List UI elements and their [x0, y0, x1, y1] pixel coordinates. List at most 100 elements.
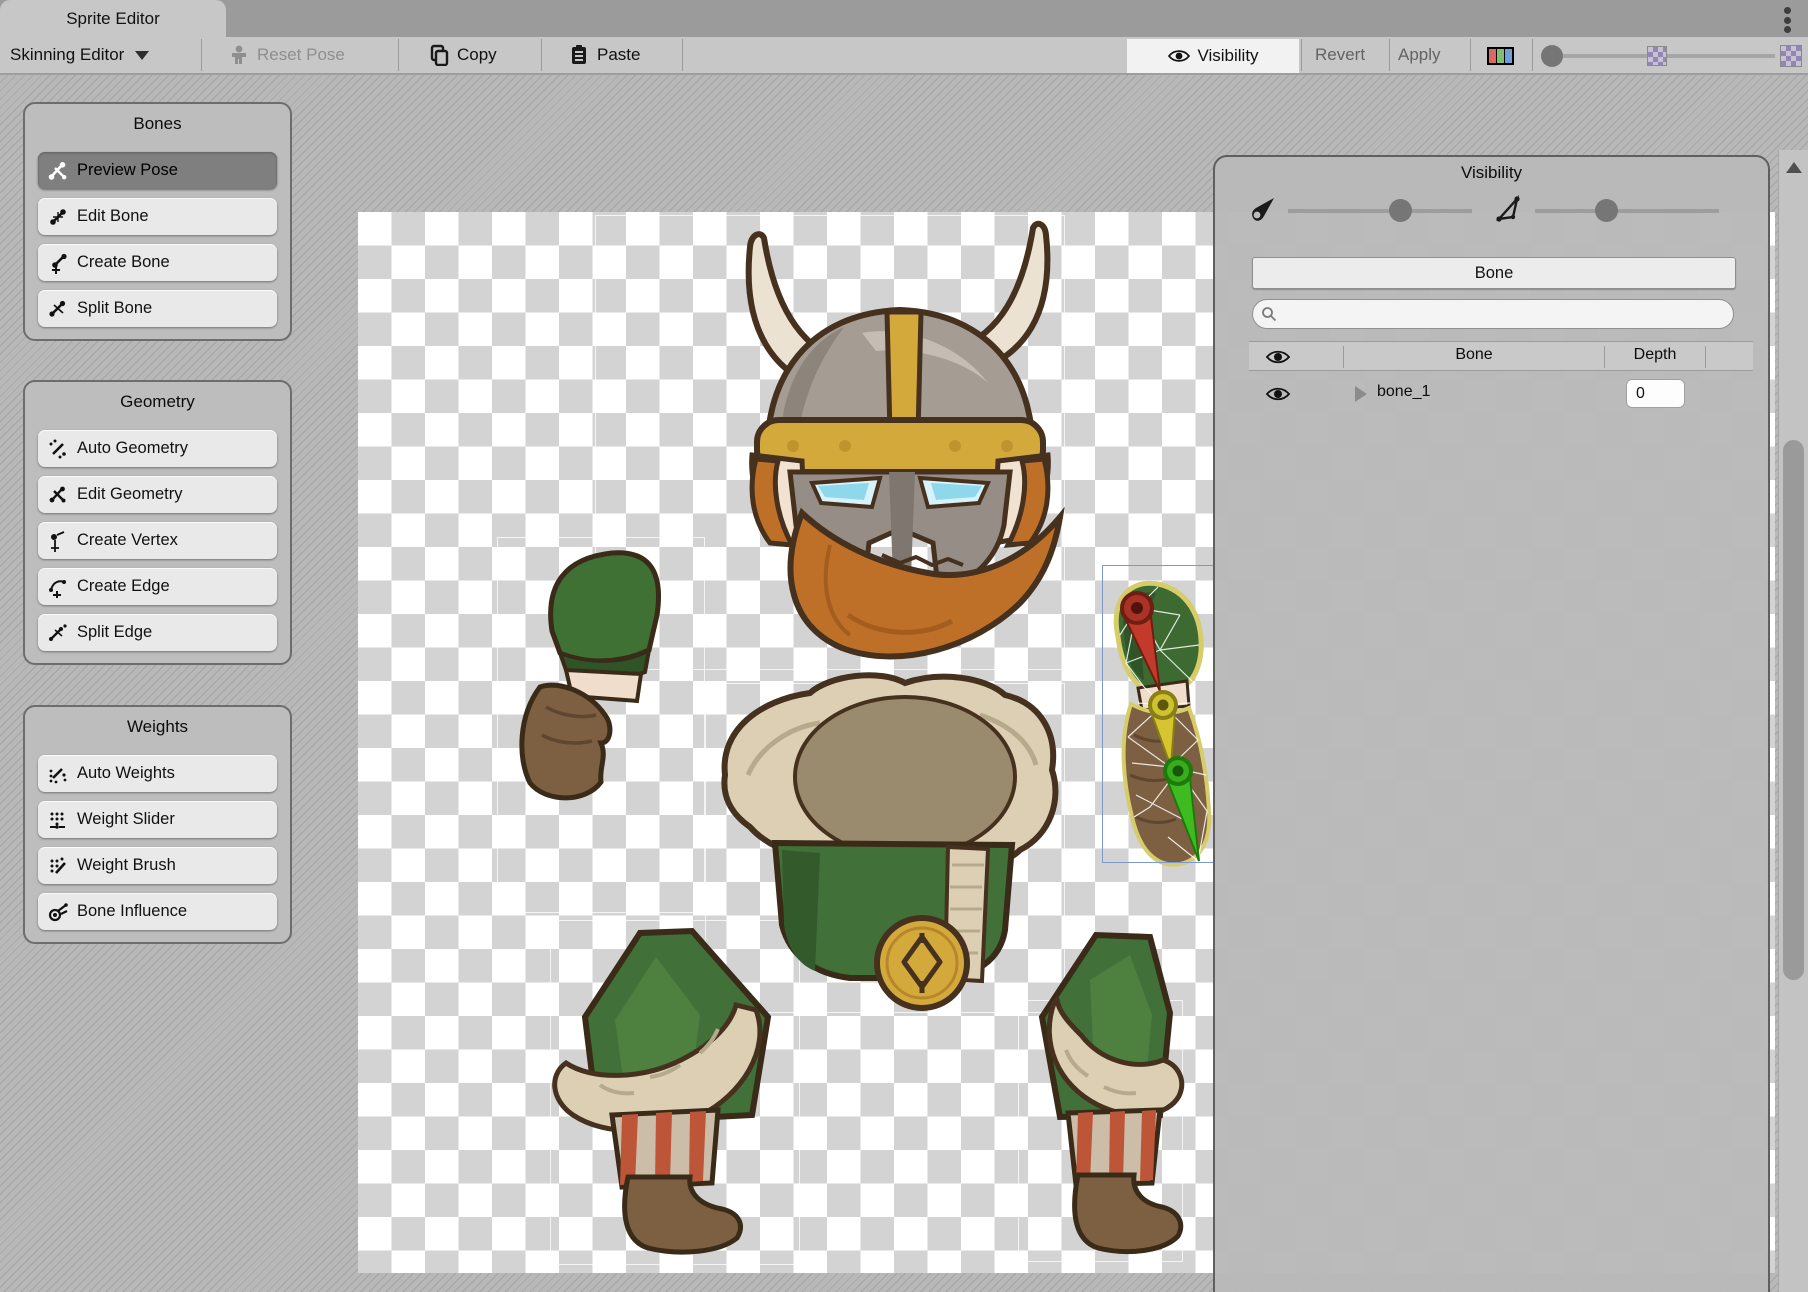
apply-button[interactable]: Apply — [1398, 37, 1441, 73]
chevron-down-icon — [135, 51, 149, 60]
toolbar-separator — [398, 39, 399, 71]
weight-brush-label: Weight Brush — [77, 856, 176, 875]
preview-pose-button[interactable]: Preview Pose — [38, 152, 277, 189]
toolbar-separator — [682, 39, 683, 71]
auto-geometry-button[interactable]: Auto Geometry — [38, 430, 277, 467]
apply-label: Apply — [1398, 45, 1441, 65]
bone-table-header: Bone Depth — [1249, 341, 1753, 371]
create-vertex-label: Create Vertex — [77, 531, 178, 550]
weight-brush-button[interactable]: Weight Brush — [38, 847, 277, 884]
weight-slider-button[interactable]: Weight Slider — [38, 801, 277, 838]
toolbar-separator — [541, 39, 542, 71]
reset-pose-figure-icon — [228, 44, 250, 66]
sprite-editor-tab-label: Sprite Editor — [66, 9, 160, 29]
mesh-opacity-slider-knob[interactable] — [1595, 199, 1618, 222]
toolbar-separator — [1301, 39, 1302, 71]
sprite-glove-arm[interactable] — [522, 553, 659, 798]
paste-icon — [568, 44, 590, 66]
vertical-scrollbar[interactable] — [1778, 150, 1808, 1292]
auto-geometry-label: Auto Geometry — [77, 439, 188, 458]
sprite-leg-left[interactable] — [555, 931, 768, 1252]
toolbar: Skinning Editor Reset Pose Copy — [0, 37, 1808, 75]
preview-pose-label: Preview Pose — [77, 161, 178, 180]
editor-mode-dropdown[interactable]: Skinning Editor — [10, 37, 149, 73]
bone-category-label: Bone — [1475, 264, 1514, 283]
toolbar-separator — [1470, 39, 1471, 71]
bone-opacity-slider-knob[interactable] — [1389, 199, 1412, 222]
bone-table-row[interactable]: bone_1 — [1249, 376, 1753, 412]
bone-search-input[interactable] — [1252, 299, 1734, 329]
editor-mode-label: Skinning Editor — [10, 45, 124, 65]
vertical-scrollbar-thumb[interactable] — [1783, 440, 1804, 980]
visibility-label: Visibility — [1197, 46, 1258, 66]
weights-panel-title: Weights — [36, 717, 279, 737]
toolbar-separator — [1532, 39, 1533, 71]
bone-column-header[interactable]: Bone — [1344, 346, 1604, 364]
edit-geometry-icon — [47, 484, 69, 506]
auto-weights-icon — [47, 763, 69, 785]
bone-category-button[interactable]: Bone — [1252, 257, 1736, 289]
mesh-opacity-slider-track[interactable] — [1535, 209, 1719, 213]
bones-panel: Bones Preview Pose Edit Bone — [23, 102, 292, 341]
revert-label: Revert — [1315, 45, 1365, 65]
create-edge-label: Create Edge — [77, 577, 170, 596]
create-edge-button[interactable]: Create Edge — [38, 568, 277, 605]
bone-influence-label: Bone Influence — [77, 902, 187, 921]
window-menu-kebab-icon[interactable] — [1784, 7, 1792, 33]
create-vertex-button[interactable]: Create Vertex — [38, 522, 277, 559]
sprite-head[interactable] — [749, 224, 1060, 657]
create-vertex-icon — [47, 530, 69, 552]
split-edge-label: Split Edge — [77, 623, 152, 642]
auto-geometry-icon — [47, 438, 69, 460]
bone-opacity-icon — [1248, 193, 1280, 225]
sprite-selection-rect — [1102, 565, 1215, 863]
create-bone-label: Create Bone — [77, 253, 170, 272]
weights-panel: Weights Auto Weights Weight Slider — [23, 705, 292, 944]
opacity-slider-knob[interactable] — [1541, 45, 1563, 67]
scroll-up-arrow-icon[interactable] — [1786, 162, 1802, 173]
create-edge-icon — [47, 576, 69, 598]
edit-geometry-label: Edit Geometry — [77, 485, 182, 504]
eye-icon — [1167, 47, 1191, 65]
paste-button[interactable]: Paste — [568, 37, 640, 73]
preview-pose-icon — [47, 160, 69, 182]
sprite-editor-tab[interactable]: Sprite Editor — [0, 0, 226, 37]
weight-slider-label: Weight Slider — [77, 810, 175, 829]
reset-pose-button[interactable]: Reset Pose — [228, 37, 345, 73]
row-visibility-eye-icon[interactable] — [1265, 385, 1291, 403]
depth-column-header[interactable]: Depth — [1605, 346, 1705, 364]
mesh-opacity-icon — [1493, 193, 1525, 225]
reset-pose-label: Reset Pose — [257, 45, 345, 65]
visibility-panel-title: Visibility — [1215, 163, 1768, 183]
copy-label: Copy — [457, 45, 497, 65]
visibility-toggle-button[interactable]: Visibility — [1127, 39, 1299, 73]
sprite-torso[interactable] — [724, 675, 1055, 1008]
edit-geometry-button[interactable]: Edit Geometry — [38, 476, 277, 513]
workspace-background: Bones Preview Pose Edit Bone — [0, 75, 1808, 1292]
bone-influence-button[interactable]: Bone Influence — [38, 893, 277, 930]
sprite-leg-right[interactable] — [1042, 935, 1182, 1252]
bone-opacity-slider-track[interactable] — [1288, 209, 1472, 213]
alpha-slider-handle[interactable] — [1647, 46, 1667, 66]
auto-weights-button[interactable]: Auto Weights — [38, 755, 277, 792]
split-bone-button[interactable]: Split Bone — [38, 290, 277, 327]
edit-bone-button[interactable]: Edit Bone — [38, 198, 277, 235]
sprite-color-overlay-icon[interactable] — [1487, 47, 1514, 65]
bone-row-name[interactable]: bone_1 — [1377, 383, 1430, 401]
visibility-column-eye-icon — [1265, 348, 1291, 366]
create-bone-button[interactable]: Create Bone — [38, 244, 277, 281]
create-bone-icon — [47, 252, 69, 274]
sprite-editor-window: Sprite Editor Skinning Editor Reset Pose… — [0, 0, 1808, 1292]
bone-depth-input[interactable] — [1626, 379, 1685, 408]
window-tab-bar: Sprite Editor — [0, 0, 1808, 37]
revert-button[interactable]: Revert — [1315, 37, 1365, 73]
split-edge-button[interactable]: Split Edge — [38, 614, 277, 651]
weight-slider-icon — [47, 809, 69, 831]
copy-icon — [428, 44, 450, 66]
bones-panel-title: Bones — [36, 114, 279, 134]
bone-influence-icon — [47, 901, 69, 923]
copy-button[interactable]: Copy — [428, 37, 497, 73]
row-expand-triangle-icon[interactable] — [1355, 386, 1367, 402]
alpha-swatch-icon — [1780, 45, 1802, 67]
geometry-panel-title: Geometry — [36, 392, 279, 412]
